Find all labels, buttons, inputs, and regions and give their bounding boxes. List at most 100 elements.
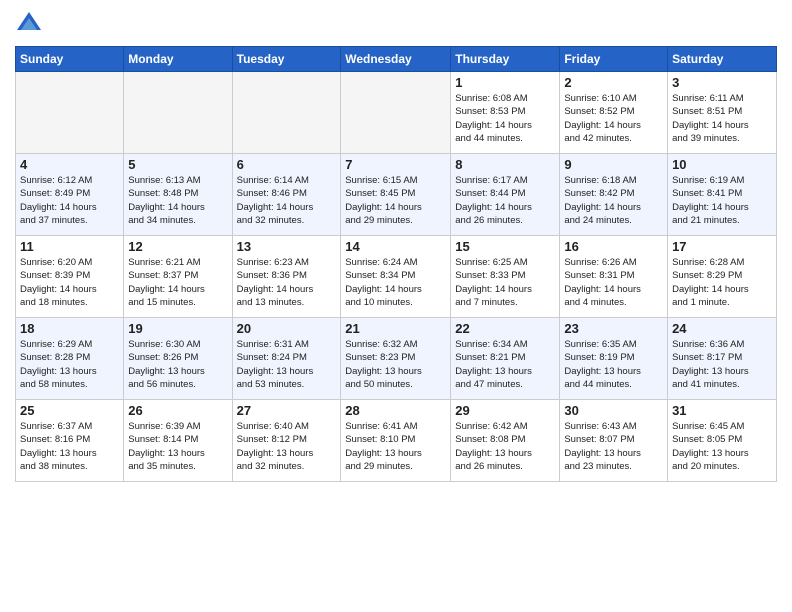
cell-info: Sunrise: 6:25 AM Sunset: 8:33 PM Dayligh…	[455, 256, 555, 309]
day-number: 8	[455, 157, 555, 172]
calendar-cell: 13Sunrise: 6:23 AM Sunset: 8:36 PM Dayli…	[232, 236, 341, 318]
calendar-cell: 17 Sunrise: 6:28 AM Sunset: 8:29 PM Dayli…	[668, 236, 777, 318]
col-header-wednesday: Wednesday	[341, 47, 451, 72]
cell-info: Sunrise: 6:40 AM Sunset: 8:12 PM Dayligh…	[237, 420, 337, 473]
col-header-tuesday: Tuesday	[232, 47, 341, 72]
cell-info: Sunrise: 6:28 AM Sunset: 8:29 PM Dayligh…	[672, 256, 772, 309]
calendar-cell: 3 Sunrise: 6:11 AM Sunset: 8:51 PM Daylig…	[668, 72, 777, 154]
day-number: 7	[345, 157, 446, 172]
day-number: 23	[564, 321, 663, 336]
calendar-cell: 31 Sunrise: 6:45 AM Sunset: 8:05 PM Dayli…	[668, 400, 777, 482]
cell-info: Sunrise: 6:36 AM Sunset: 8:17 PM Dayligh…	[672, 338, 772, 391]
cell-info: Sunrise: 6:18 AM Sunset: 8:42 PM Dayligh…	[564, 174, 663, 227]
calendar-week-0: 1Sunrise: 6:08 AM Sunset: 8:53 PM Daylig…	[16, 72, 777, 154]
calendar-cell: 23 Sunrise: 6:35 AM Sunset: 8:19 PM Dayli…	[560, 318, 668, 400]
calendar-table: SundayMondayTuesdayWednesdayThursdayFrid…	[15, 46, 777, 482]
cell-info: Sunrise: 6:10 AM Sunset: 8:52 PM Dayligh…	[564, 92, 663, 145]
calendar-header-row: SundayMondayTuesdayWednesdayThursdayFrid…	[16, 47, 777, 72]
calendar-cell: 25 Sunrise: 6:37 AM Sunset: 8:16 PM Dayli…	[16, 400, 124, 482]
calendar-cell: 10 Sunrise: 6:19 AM Sunset: 8:41 PM Dayli…	[668, 154, 777, 236]
day-number: 11	[20, 239, 119, 254]
calendar-cell: 22 Sunrise: 6:34 AM Sunset: 8:21 PM Dayli…	[451, 318, 560, 400]
day-number: 26	[128, 403, 227, 418]
calendar-cell: 16Sunrise: 6:26 AM Sunset: 8:31 PM Dayli…	[560, 236, 668, 318]
calendar-cell: 11 Sunrise: 6:20 AM Sunset: 8:39 PM Dayli…	[16, 236, 124, 318]
cell-info: Sunrise: 6:20 AM Sunset: 8:39 PM Dayligh…	[20, 256, 119, 309]
cell-info: Sunrise: 6:17 AM Sunset: 8:44 PM Dayligh…	[455, 174, 555, 227]
day-number: 25	[20, 403, 119, 418]
day-number: 20	[237, 321, 337, 336]
day-number: 24	[672, 321, 772, 336]
calendar-week-3: 18Sunrise: 6:29 AM Sunset: 8:28 PM Dayli…	[16, 318, 777, 400]
day-number: 14	[345, 239, 446, 254]
col-header-sunday: Sunday	[16, 47, 124, 72]
cell-info: Sunrise: 6:14 AM Sunset: 8:46 PM Dayligh…	[237, 174, 337, 227]
day-number: 16	[564, 239, 663, 254]
day-number: 30	[564, 403, 663, 418]
col-header-monday: Monday	[124, 47, 232, 72]
calendar-cell: 24 Sunrise: 6:36 AM Sunset: 8:17 PM Dayli…	[668, 318, 777, 400]
cell-info: Sunrise: 6:19 AM Sunset: 8:41 PM Dayligh…	[672, 174, 772, 227]
cell-info: Sunrise: 6:35 AM Sunset: 8:19 PM Dayligh…	[564, 338, 663, 391]
cell-info: Sunrise: 6:42 AM Sunset: 8:08 PM Dayligh…	[455, 420, 555, 473]
day-number: 4	[20, 157, 119, 172]
cell-info: Sunrise: 6:39 AM Sunset: 8:14 PM Dayligh…	[128, 420, 227, 473]
calendar-cell: 29 Sunrise: 6:42 AM Sunset: 8:08 PM Dayli…	[451, 400, 560, 482]
cell-info: Sunrise: 6:11 AM Sunset: 8:51 PM Dayligh…	[672, 92, 772, 145]
cell-info: Sunrise: 6:29 AM Sunset: 8:28 PM Dayligh…	[20, 338, 119, 391]
day-number: 9	[564, 157, 663, 172]
day-number: 29	[455, 403, 555, 418]
calendar-week-4: 25 Sunrise: 6:37 AM Sunset: 8:16 PM Dayli…	[16, 400, 777, 482]
calendar-cell: 9 Sunrise: 6:18 AM Sunset: 8:42 PM Daylig…	[560, 154, 668, 236]
calendar-cell: 15 Sunrise: 6:25 AM Sunset: 8:33 PM Dayli…	[451, 236, 560, 318]
day-number: 6	[237, 157, 337, 172]
calendar-cell: 8 Sunrise: 6:17 AM Sunset: 8:44 PM Daylig…	[451, 154, 560, 236]
cell-info: Sunrise: 6:32 AM Sunset: 8:23 PM Dayligh…	[345, 338, 446, 391]
calendar-cell: 30 Sunrise: 6:43 AM Sunset: 8:07 PM Dayli…	[560, 400, 668, 482]
col-header-saturday: Saturday	[668, 47, 777, 72]
calendar-cell: 6 Sunrise: 6:14 AM Sunset: 8:46 PM Daylig…	[232, 154, 341, 236]
cell-info: Sunrise: 6:41 AM Sunset: 8:10 PM Dayligh…	[345, 420, 446, 473]
col-header-thursday: Thursday	[451, 47, 560, 72]
cell-info: Sunrise: 6:24 AM Sunset: 8:34 PM Dayligh…	[345, 256, 446, 309]
day-number: 17	[672, 239, 772, 254]
calendar-cell	[341, 72, 451, 154]
day-number: 28	[345, 403, 446, 418]
col-header-friday: Friday	[560, 47, 668, 72]
cell-info: Sunrise: 6:13 AM Sunset: 8:48 PM Dayligh…	[128, 174, 227, 227]
calendar-cell	[232, 72, 341, 154]
calendar-cell: 14 Sunrise: 6:24 AM Sunset: 8:34 PM Dayli…	[341, 236, 451, 318]
calendar-week-1: 4 Sunrise: 6:12 AM Sunset: 8:49 PM Daylig…	[16, 154, 777, 236]
cell-info: Sunrise: 6:23 AM Sunset: 8:36 PM Dayligh…	[237, 256, 337, 309]
day-number: 15	[455, 239, 555, 254]
calendar-cell: 2Sunrise: 6:10 AM Sunset: 8:52 PM Daylig…	[560, 72, 668, 154]
calendar-cell: 21Sunrise: 6:32 AM Sunset: 8:23 PM Dayli…	[341, 318, 451, 400]
day-number: 12	[128, 239, 227, 254]
calendar-cell	[16, 72, 124, 154]
cell-info: Sunrise: 6:30 AM Sunset: 8:26 PM Dayligh…	[128, 338, 227, 391]
day-number: 22	[455, 321, 555, 336]
cell-info: Sunrise: 6:45 AM Sunset: 8:05 PM Dayligh…	[672, 420, 772, 473]
cell-info: Sunrise: 6:08 AM Sunset: 8:53 PM Dayligh…	[455, 92, 555, 145]
calendar-cell: 18Sunrise: 6:29 AM Sunset: 8:28 PM Dayli…	[16, 318, 124, 400]
cell-info: Sunrise: 6:12 AM Sunset: 8:49 PM Dayligh…	[20, 174, 119, 227]
calendar-cell: 12 Sunrise: 6:21 AM Sunset: 8:37 PM Dayli…	[124, 236, 232, 318]
calendar-cell	[124, 72, 232, 154]
cell-info: Sunrise: 6:34 AM Sunset: 8:21 PM Dayligh…	[455, 338, 555, 391]
calendar-cell: 20Sunrise: 6:31 AM Sunset: 8:24 PM Dayli…	[232, 318, 341, 400]
day-number: 10	[672, 157, 772, 172]
day-number: 31	[672, 403, 772, 418]
calendar-cell: 4 Sunrise: 6:12 AM Sunset: 8:49 PM Daylig…	[16, 154, 124, 236]
logo	[15, 10, 47, 38]
calendar-cell: 19 Sunrise: 6:30 AM Sunset: 8:26 PM Dayli…	[124, 318, 232, 400]
calendar-week-2: 11 Sunrise: 6:20 AM Sunset: 8:39 PM Dayli…	[16, 236, 777, 318]
calendar-cell: 27 Sunrise: 6:40 AM Sunset: 8:12 PM Dayli…	[232, 400, 341, 482]
day-number: 19	[128, 321, 227, 336]
cell-info: Sunrise: 6:21 AM Sunset: 8:37 PM Dayligh…	[128, 256, 227, 309]
cell-info: Sunrise: 6:43 AM Sunset: 8:07 PM Dayligh…	[564, 420, 663, 473]
page: SundayMondayTuesdayWednesdayThursdayFrid…	[0, 0, 792, 612]
cell-info: Sunrise: 6:15 AM Sunset: 8:45 PM Dayligh…	[345, 174, 446, 227]
day-number: 27	[237, 403, 337, 418]
day-number: 3	[672, 75, 772, 90]
cell-info: Sunrise: 6:37 AM Sunset: 8:16 PM Dayligh…	[20, 420, 119, 473]
